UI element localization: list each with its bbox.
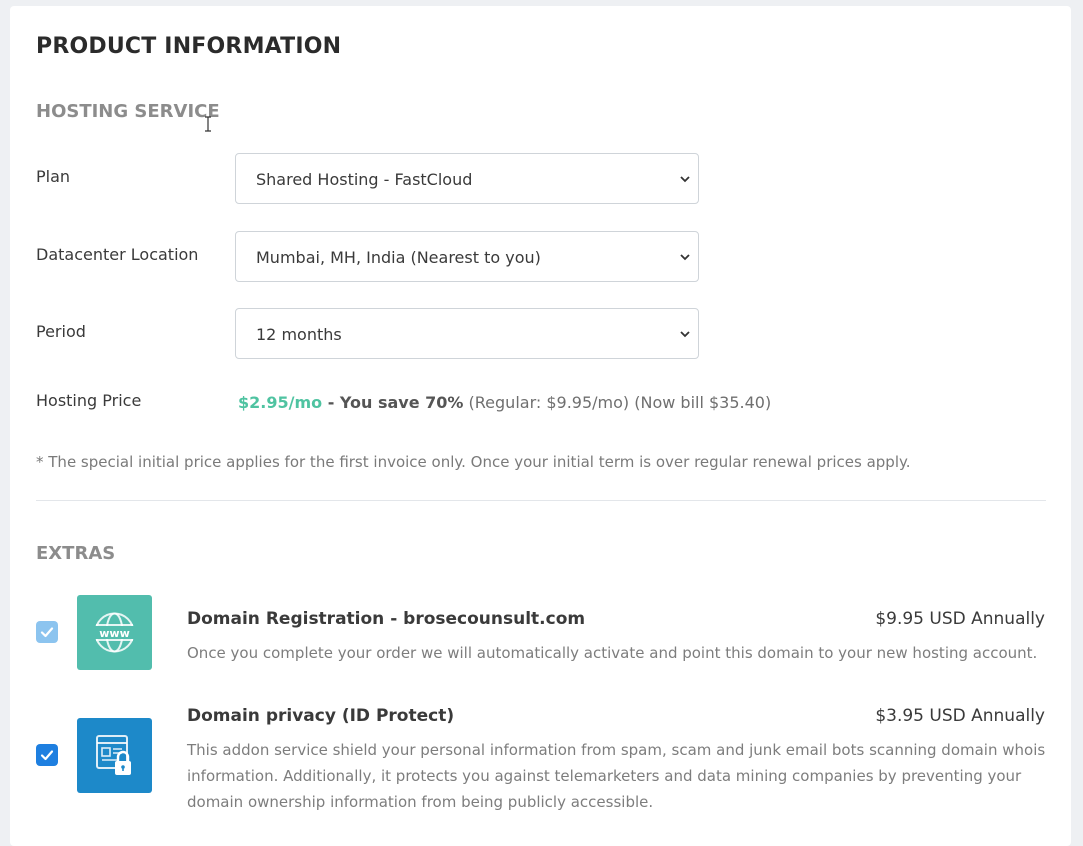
hosting-price-label: Hosting Price xyxy=(36,391,142,410)
domain-registration-price: $9.95 USD Annually xyxy=(875,609,1045,629)
domain-privacy-checkbox[interactable] xyxy=(36,744,58,766)
datacenter-select[interactable]: Mumbai, MH, India (Nearest to you) xyxy=(235,231,699,282)
plan-select[interactable]: Shared Hosting - FastCloud xyxy=(235,153,699,204)
domain-registration-title: Domain Registration - brosecounsult.com xyxy=(187,609,586,629)
hosting-service-heading: HOSTING SERVICE xyxy=(36,101,220,122)
chevron-down-icon xyxy=(680,331,690,338)
domain-privacy-price: $3.95 USD Annually xyxy=(875,706,1045,726)
chevron-down-icon xyxy=(680,254,690,261)
period-select-value: 12 months xyxy=(256,325,342,344)
product-information-card: PRODUCT INFORMATION HOSTING SERVICE Plan… xyxy=(10,6,1071,846)
domain-registration-checkbox[interactable] xyxy=(36,621,58,643)
domain-privacy-description: This addon service shield your personal … xyxy=(187,741,1046,811)
period-label: Period xyxy=(36,322,86,341)
plan-select-value: Shared Hosting - FastCloud xyxy=(256,170,473,189)
datacenter-label: Datacenter Location xyxy=(36,245,199,264)
www-globe-icon: www xyxy=(77,595,152,670)
checkmark-icon xyxy=(40,627,54,638)
checkmark-icon xyxy=(40,750,54,761)
page-title: PRODUCT INFORMATION xyxy=(36,34,342,59)
text-cursor-icon xyxy=(205,116,211,132)
price-amount: $2.95/mo xyxy=(238,393,323,412)
price-savings: - You save 70% xyxy=(322,393,464,412)
chevron-down-icon xyxy=(680,176,690,183)
id-lock-icon xyxy=(77,718,152,793)
hosting-price-line: $2.95/mo - You save 70% (Regular: $9.95/… xyxy=(238,393,771,412)
extras-heading: EXTRAS xyxy=(36,543,116,564)
section-divider xyxy=(36,500,1046,501)
datacenter-select-value: Mumbai, MH, India (Nearest to you) xyxy=(256,248,541,267)
period-select[interactable]: 12 months xyxy=(235,308,699,359)
domain-registration-description: Once you complete your order we will aut… xyxy=(187,644,1038,662)
domain-privacy-title: Domain privacy (ID Protect) xyxy=(187,706,455,726)
price-details: (Regular: $9.95/mo) (Now bill $35.40) xyxy=(463,393,772,412)
svg-text:www: www xyxy=(99,627,130,640)
price-note: * The special initial price applies for … xyxy=(36,453,911,471)
plan-label: Plan xyxy=(36,167,71,186)
